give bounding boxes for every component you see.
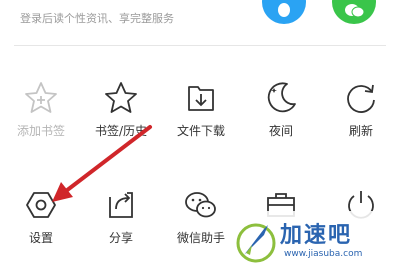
menu-label: 分享 (108, 231, 133, 245)
settings-hexagon-icon (26, 192, 56, 218)
menu-label: 文件下载 (176, 124, 225, 138)
menu-label: 微信助手 (176, 231, 225, 245)
menu-label: 刷新 (348, 124, 373, 138)
menu-label: 书签/历史 (94, 124, 148, 138)
watermark-brand: 加速吧 (280, 223, 353, 248)
menu-share[interactable]: 分享 (86, 185, 156, 246)
download-icon (188, 86, 214, 111)
menu-label: 设置 (28, 231, 53, 245)
menu-bookmarks-history[interactable]: 书签/历史 (86, 78, 156, 139)
menu-label: 夜间 (268, 124, 293, 138)
refresh-icon (347, 84, 375, 113)
menu-refresh[interactable]: 刷新 (326, 78, 396, 139)
menu-night-mode[interactable]: 夜间 (246, 78, 316, 139)
menu-file-download[interactable]: 文件下载 (166, 78, 236, 139)
rocket-logo-icon (236, 223, 276, 263)
watermark: 加速吧 www.jiasuba.com (236, 211, 400, 271)
wechat-icon (345, 4, 365, 18)
menu-label: 添加书签 (16, 124, 65, 138)
menu-wechat-assistant[interactable]: 微信助手 (166, 185, 236, 246)
header-divider (14, 45, 386, 46)
star-plus-icon (25, 82, 57, 113)
star-icon (105, 82, 137, 113)
watermark-url: www.jiasuba.com (284, 249, 363, 259)
wechat-assistant-icon (185, 192, 216, 218)
qq-login-button[interactable] (262, 0, 306, 24)
moon-icon (267, 82, 296, 113)
wechat-login-button[interactable] (332, 0, 376, 24)
menu-settings[interactable]: 设置 (6, 185, 76, 246)
login-tip: 登录后读个性资讯、享完整服务 (20, 12, 174, 25)
menu-add-bookmark[interactable]: 添加书签 (6, 78, 76, 139)
qq-penguin-icon (278, 3, 290, 17)
share-icon (109, 192, 133, 218)
